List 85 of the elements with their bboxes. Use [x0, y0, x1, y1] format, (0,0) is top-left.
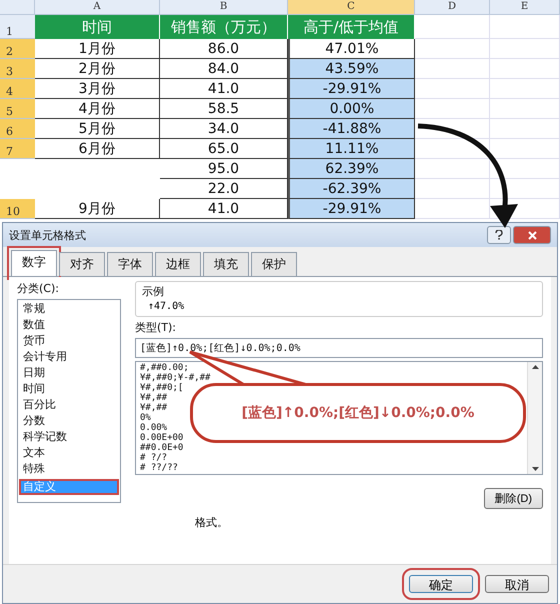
type-item[interactable]: # ?/?: [140, 453, 168, 463]
category-item[interactable]: 百分比: [19, 397, 119, 413]
tab[interactable]: 对齐: [59, 252, 105, 276]
down-arrow-icon[interactable]: [532, 467, 538, 471]
tab[interactable]: 边框: [155, 252, 201, 276]
empty-cell: [490, 179, 560, 199]
table-cell: 1月份: [35, 39, 160, 59]
row-header[interactable]: 10: [0, 199, 35, 219]
category-item[interactable]: 时间: [19, 381, 119, 397]
delete-button[interactable]: 删除(D): [484, 488, 543, 509]
type-item[interactable]: ##0.0E+0: [140, 443, 184, 453]
corner-cell[interactable]: [0, 0, 35, 15]
type-item[interactable]: ¥#,##0;¥-#,##: [140, 373, 210, 383]
type-item[interactable]: ¥#,##: [140, 403, 168, 413]
column-header[interactable]: C: [288, 0, 415, 15]
sample-label: 示例: [142, 284, 165, 299]
column-header[interactable]: E: [490, 0, 560, 15]
sample-value: ↑47.0%: [147, 301, 186, 312]
table-cell: 6月份: [35, 139, 160, 159]
table-cell: 9月份: [35, 199, 160, 219]
empty-cell: [490, 99, 560, 119]
table-cell: 0.00%: [288, 99, 415, 119]
dialog-title: 设置单元格格式: [9, 228, 86, 242]
category-item[interactable]: 科学记数: [19, 429, 119, 445]
table-cell: 62.39%: [288, 159, 415, 179]
empty-cell: [490, 39, 560, 59]
type-item[interactable]: #,##0.00;: [140, 363, 189, 373]
column-header[interactable]: A: [35, 0, 160, 15]
row-header[interactable]: 3: [0, 59, 35, 79]
empty-cell: [490, 159, 560, 179]
up-arrow-icon[interactable]: [532, 365, 538, 369]
tab[interactable]: 字体: [107, 252, 153, 276]
empty-cell: [490, 119, 560, 139]
note-text: 格式。: [195, 515, 229, 530]
category-item[interactable]: 会计专用: [19, 349, 119, 365]
table-cell: 4月份: [35, 99, 160, 119]
category-list[interactable]: 常规 数值 货币 会计专用 日期 时间 百分比 分数 科学记数 文本 特殊 自定义: [17, 299, 121, 503]
category-item[interactable]: 特殊: [19, 461, 119, 477]
tab[interactable]: 填充: [203, 252, 249, 276]
type-label: 类型(T):: [135, 320, 178, 335]
table-cell: 47.01%: [288, 39, 415, 59]
empty-cell: [490, 15, 560, 39]
category-item[interactable]: 数值: [19, 317, 119, 333]
empty-cell: [490, 59, 560, 79]
row-header[interactable]: 7: [0, 139, 35, 159]
column-header[interactable]: D: [415, 0, 490, 15]
tab[interactable]: 保护: [251, 252, 297, 276]
header-cell: 时间: [35, 15, 160, 39]
header-cell: 高于/低于均值: [288, 15, 415, 39]
type-item[interactable]: 0%: [140, 413, 151, 423]
table-cell: -41.88%: [288, 119, 415, 139]
close-button[interactable]: [513, 226, 551, 244]
type-field[interactable]: [蓝色]↑0.0%;[红色]↓0.0%;0.0%: [135, 338, 543, 358]
column-header[interactable]: B: [160, 0, 288, 15]
dialog-button[interactable]: 取消: [485, 575, 549, 593]
table-cell: 3月份: [35, 79, 160, 99]
scrollbar[interactable]: [527, 362, 542, 474]
type-item[interactable]: # ??/??: [140, 463, 178, 473]
type-item[interactable]: 0.00%: [140, 423, 168, 433]
category-item[interactable]: 文本: [19, 445, 119, 461]
type-item[interactable]: ¥#,##: [140, 393, 168, 403]
type-item[interactable]: ¥#,##0;[: [140, 383, 184, 393]
row-header[interactable]: 1: [0, 15, 35, 39]
category-item[interactable]: 日期: [19, 365, 119, 381]
type-item[interactable]: 0.00E+00: [140, 433, 184, 443]
table-cell: 43.59%: [288, 59, 415, 79]
help-icon: [495, 230, 503, 240]
table-cell: 2月份: [35, 59, 160, 79]
row-header[interactable]: 2: [0, 39, 35, 59]
table-cell: 11.11%: [288, 139, 415, 159]
table-cell: -29.91%: [288, 79, 415, 99]
row-header[interactable]: 5: [0, 99, 35, 119]
category-item[interactable]: 分数: [19, 413, 119, 429]
row-header[interactable]: 6: [0, 119, 35, 139]
empty-cell: [490, 79, 560, 99]
close-icon: [528, 230, 536, 240]
row-header[interactable]: 4: [0, 79, 35, 99]
header-cell: 销售额（万元）: [160, 15, 288, 39]
category-item[interactable]: 货币: [19, 333, 119, 349]
category-item[interactable]: 常规: [19, 301, 119, 317]
table-cell: -62.39%: [288, 179, 415, 199]
help-button[interactable]: [487, 226, 511, 244]
table-cell: 5月份: [35, 119, 160, 139]
category-label: 分类(C):: [17, 281, 60, 296]
table-cell: -29.91%: [288, 199, 415, 219]
